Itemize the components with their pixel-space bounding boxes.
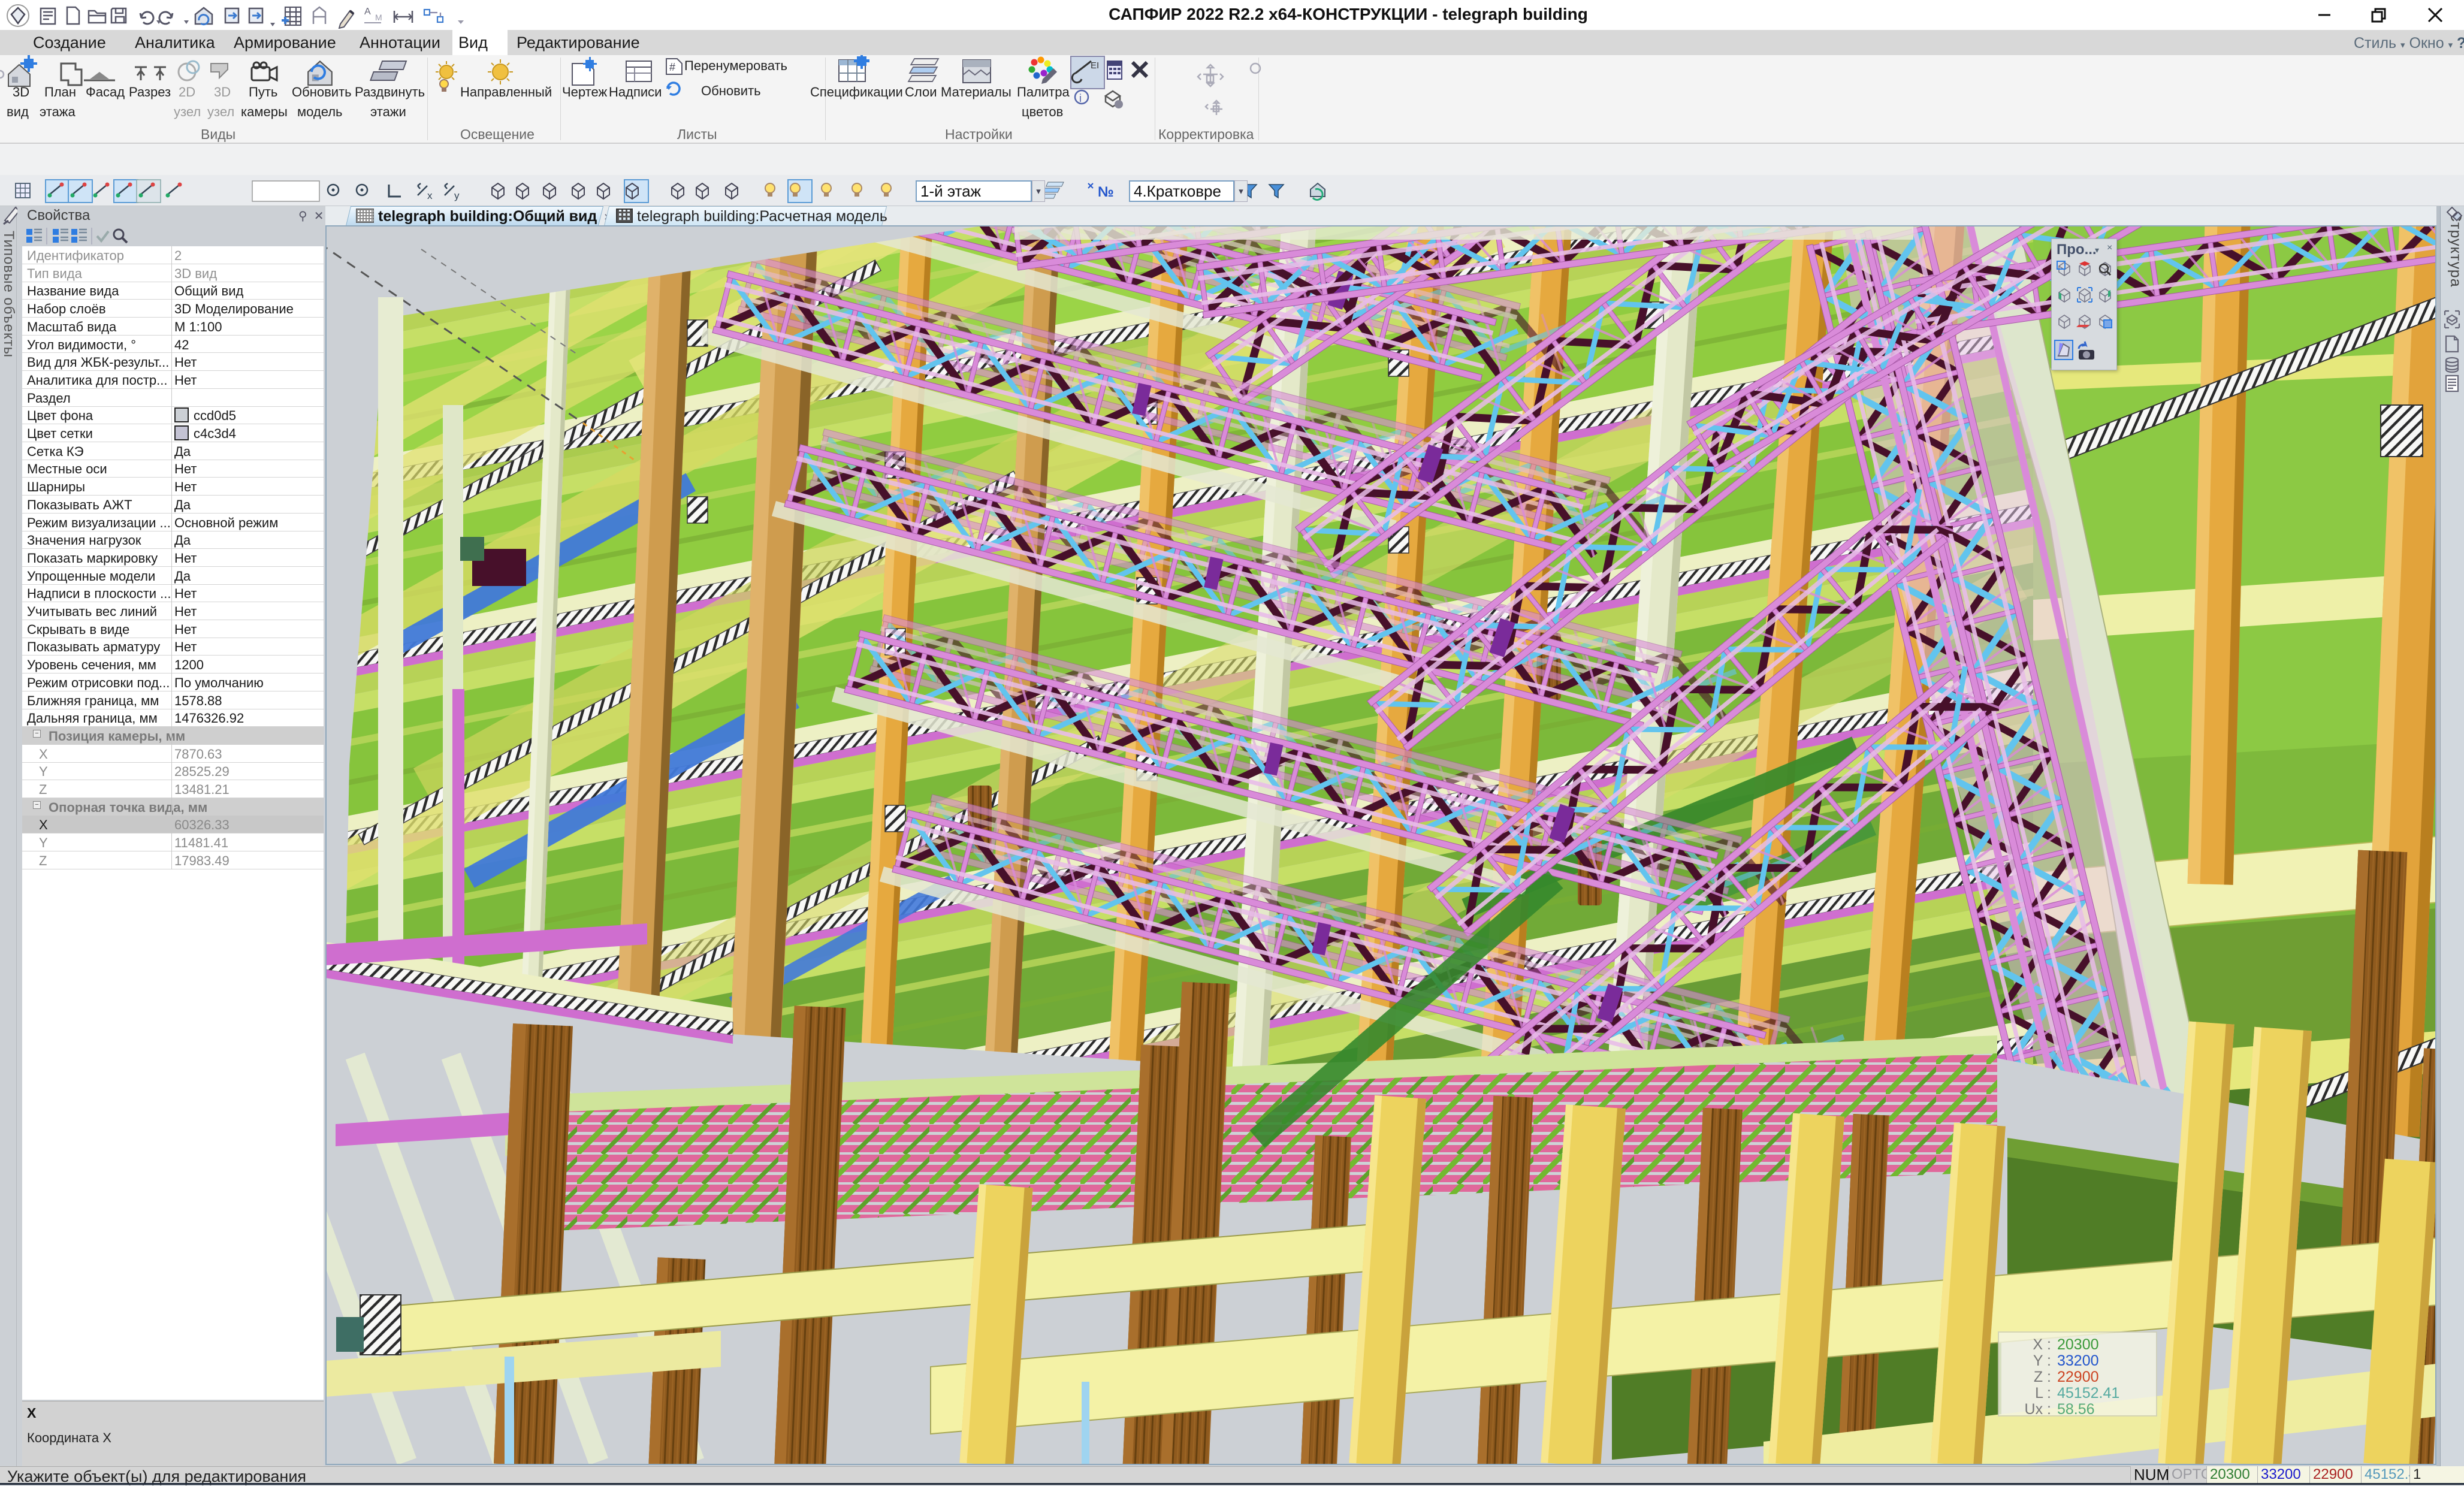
svg-text:Y :: Y : (2033, 1352, 2051, 1369)
svg-text:A: A (364, 7, 371, 17)
svg-text:22900: 22900 (2057, 1369, 2099, 1385)
svg-text:y: y (454, 190, 460, 201)
svg-text:№: № (1098, 184, 1114, 200)
svg-text:20300: 20300 (2057, 1336, 2099, 1353)
svg-text:X :: X : (2033, 1336, 2051, 1353)
svg-text:M: M (375, 13, 382, 22)
svg-text:Ux :: Ux : (2025, 1401, 2051, 1418)
svg-text:EI: EI (1091, 61, 1099, 71)
svg-text:x: x (427, 190, 433, 201)
svg-text:Z :: Z : (2034, 1369, 2051, 1385)
svg-text:58.56: 58.56 (2057, 1401, 2095, 1418)
svg-text:i: i (1079, 92, 1082, 104)
svg-text:L :: L : (2035, 1385, 2051, 1402)
svg-text:45152.41: 45152.41 (2057, 1385, 2119, 1402)
svg-text:#: # (669, 61, 675, 73)
svg-text:33200: 33200 (2057, 1352, 2099, 1369)
